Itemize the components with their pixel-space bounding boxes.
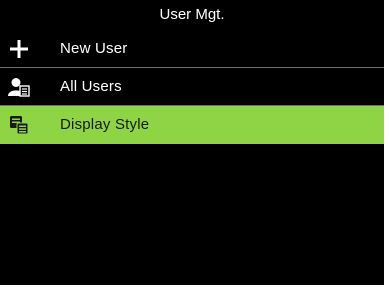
device-screen: User Mgt. New User All Users Display Sty… [0,0,384,285]
menu-item-new-user[interactable]: New User [0,30,384,68]
page-title: User Mgt. [159,6,225,23]
menu-item-label: New User [60,40,128,57]
menu-item-display-style[interactable]: Display Style [0,106,384,144]
display-style-icon [7,113,31,137]
menu-item-all-users[interactable]: All Users [0,68,384,106]
menu-item-label: Display Style [60,116,150,133]
user-list-icon [7,75,31,99]
user-mgt-menu: New User All Users Display Style [0,30,384,144]
plus-icon [7,37,31,61]
menu-item-label: All Users [60,78,122,95]
